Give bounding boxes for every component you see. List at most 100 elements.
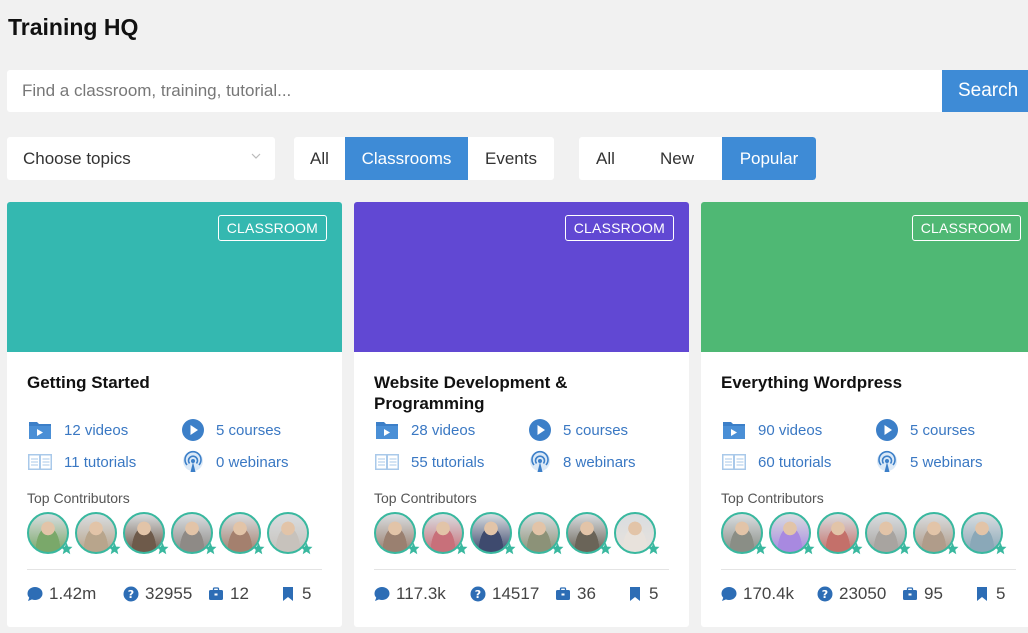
tutorials-count: 60 tutorials [758, 453, 832, 471]
courses-link[interactable]: 5 courses [874, 419, 1024, 441]
comment-icon [27, 586, 43, 602]
tutorials-link[interactable]: 60 tutorials [721, 452, 874, 472]
comment-icon [721, 586, 737, 602]
contributor-avatar[interactable] [267, 512, 313, 555]
tab-sort-popular[interactable]: Popular [722, 137, 816, 180]
contributor-avatars [374, 512, 669, 555]
contributor-avatar[interactable] [374, 512, 420, 555]
video-folder-icon [721, 419, 747, 441]
top-contributors-label: Top Contributors [374, 490, 477, 506]
bookmarks-stat: 5 [974, 584, 1005, 604]
tab-sort-new[interactable]: New [632, 137, 722, 180]
contributor-avatar[interactable] [614, 512, 660, 555]
courses-count: 5 courses [563, 421, 629, 439]
card-banner[interactable]: CLASSROOM [701, 202, 1028, 352]
contributor-avatar[interactable] [961, 512, 1007, 555]
contributor-avatar[interactable] [518, 512, 564, 555]
videos-count: 28 videos [411, 421, 476, 439]
classroom-card[interactable]: CLASSROOM Getting Started 12 videos 5 co… [7, 202, 342, 627]
card-banner[interactable]: CLASSROOM [354, 202, 689, 352]
svg-text:?: ? [128, 588, 134, 601]
chevron-down-icon [251, 153, 261, 159]
videos-link[interactable]: 28 videos [374, 420, 527, 440]
contributor-avatar[interactable] [171, 512, 217, 555]
webinars-count: 5 webinars [910, 453, 983, 471]
book-icon [374, 451, 400, 473]
comments-count: 1.42m [49, 584, 97, 603]
tab-type-events[interactable]: Events [468, 137, 554, 180]
contributor-avatar[interactable] [913, 512, 959, 555]
star-icon [946, 542, 959, 555]
tab-type-classrooms[interactable]: Classrooms [345, 137, 468, 180]
contributor-avatar[interactable] [817, 512, 863, 555]
star-icon [204, 542, 217, 555]
briefcase-count: 12 [230, 584, 249, 603]
contributor-avatar[interactable] [865, 512, 911, 555]
video-folder-icon [374, 419, 400, 441]
contributor-avatar[interactable] [219, 512, 265, 555]
broadcast-icon [874, 450, 900, 473]
card-title[interactable]: Website Development & Programming [374, 372, 669, 414]
bookmarks-count: 5 [302, 584, 312, 603]
tutorials-link[interactable]: 11 tutorials [27, 452, 180, 472]
bookmark-icon [627, 586, 643, 602]
star-icon [503, 542, 516, 555]
star-icon [60, 542, 73, 555]
briefcase-stat: 12 [208, 584, 280, 604]
webinars-link[interactable]: 8 webinars [527, 450, 677, 472]
card-banner[interactable]: CLASSROOM [7, 202, 342, 352]
contributor-avatar[interactable] [422, 512, 468, 555]
topics-dropdown-label: Choose topics [23, 148, 131, 168]
card-title[interactable]: Everything Wordpress [721, 372, 1016, 414]
videos-link[interactable]: 90 videos [721, 420, 874, 440]
courses-count: 5 courses [910, 421, 976, 439]
play-circle-icon [874, 419, 900, 441]
questions-count: 32955 [145, 584, 193, 603]
star-icon [252, 542, 265, 555]
star-icon [551, 542, 564, 555]
bookmarks-count: 5 [996, 584, 1006, 603]
contributor-avatar[interactable] [27, 512, 73, 555]
top-contributors-label: Top Contributors [721, 490, 824, 506]
bookmark-icon [974, 586, 990, 602]
courses-link[interactable]: 5 courses [527, 419, 677, 441]
star-icon [455, 542, 468, 555]
questions-stat: ? 14517 [470, 584, 555, 604]
courses-link[interactable]: 5 courses [180, 419, 330, 441]
contributor-avatar[interactable] [769, 512, 815, 555]
videos-count: 90 videos [758, 421, 823, 439]
comments-stat: 1.42m [27, 584, 123, 604]
briefcase-count: 36 [577, 584, 596, 603]
star-icon [599, 542, 612, 555]
star-icon [754, 542, 767, 555]
card-footer: 170.4k ? 23050 95 5 [721, 570, 1016, 618]
book-icon [27, 451, 53, 473]
webinars-link[interactable]: 0 webinars [180, 450, 330, 473]
card-title[interactable]: Getting Started [27, 372, 322, 414]
contributor-avatar[interactable] [470, 512, 516, 555]
questions-count: 14517 [492, 584, 540, 603]
star-icon [898, 542, 911, 555]
briefcase-stat: 36 [555, 584, 627, 604]
contributor-avatar[interactable] [123, 512, 169, 555]
contributor-avatar[interactable] [721, 512, 767, 555]
classroom-card[interactable]: CLASSROOM Website Development & Programm… [354, 202, 689, 627]
star-icon [850, 542, 863, 555]
contributor-avatar[interactable] [566, 512, 612, 555]
broadcast-icon [180, 450, 206, 473]
tab-type-all[interactable]: All [294, 137, 345, 180]
search-input[interactable] [7, 70, 942, 112]
tab-sort-all[interactable]: All [579, 137, 632, 180]
search-button[interactable]: Search [942, 70, 1028, 112]
webinars-link[interactable]: 5 webinars [874, 450, 1024, 473]
classroom-card[interactable]: CLASSROOM Everything Wordpress 90 videos… [701, 202, 1028, 627]
tutorials-link[interactable]: 55 tutorials [374, 452, 527, 472]
contributor-avatar[interactable] [75, 512, 121, 555]
videos-link[interactable]: 12 videos [27, 420, 180, 440]
star-icon [647, 542, 660, 555]
questions-stat: ? 23050 [817, 584, 902, 604]
card-footer: 1.42m ? 32955 12 5 [27, 570, 322, 618]
star-icon [156, 542, 169, 555]
type-filter-tabs: All Classrooms Events [294, 137, 554, 180]
topics-dropdown[interactable]: Choose topics [7, 137, 275, 180]
